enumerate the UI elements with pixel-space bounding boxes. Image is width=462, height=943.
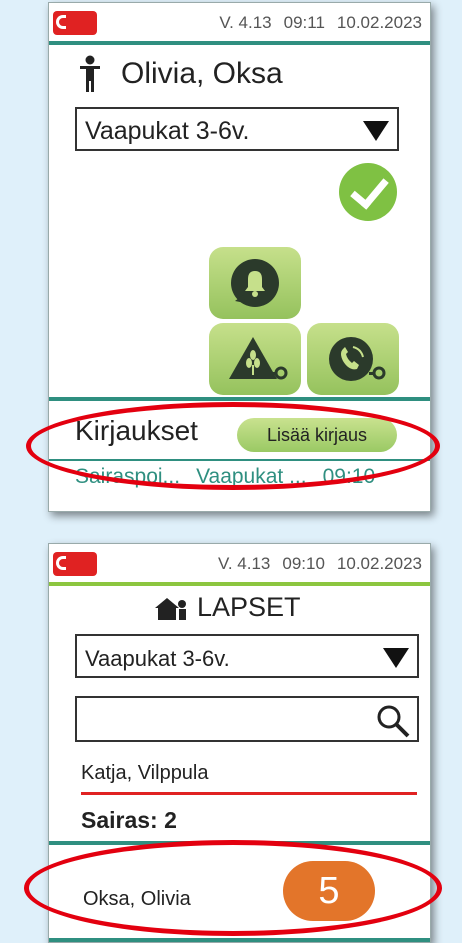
child-list-item[interactable]: Katja, Vilppula (81, 762, 209, 785)
search-input[interactable] (75, 696, 419, 742)
status-date: 10.02.2023 (336, 13, 422, 32)
highlight-ellipse-entries (26, 402, 440, 490)
group-select[interactable]: Vaapukat 3-6v. (75, 634, 419, 678)
emergency-call-button[interactable]: 112 (53, 552, 97, 598)
children-house-icon (155, 598, 186, 620)
sick-group-header: Sairas: 2 (81, 807, 177, 833)
highlight-ellipse-sick-child (24, 840, 442, 936)
group-select-value: Vaapukat 3-6v. (85, 117, 250, 145)
dropdown-arrow-icon (383, 648, 409, 668)
status-bar: 112 V. 4.13 09:10 10.02.2023 (49, 544, 430, 598)
app-version: V. 4.13 (219, 13, 272, 32)
child-icon (80, 55, 100, 92)
section-divider (49, 397, 430, 401)
bottom-divider (49, 938, 430, 942)
dropdown-arrow-icon (363, 121, 389, 141)
phone-contact-icon (329, 337, 386, 381)
app-version: V. 4.13 (218, 554, 271, 573)
page-title: LAPSET (197, 592, 301, 622)
list-divider (81, 792, 417, 795)
allergy-button[interactable] (209, 323, 301, 395)
emergency-call-button[interactable]: 112 (53, 11, 97, 57)
search-icon (377, 705, 410, 738)
status-info: V. 4.13 09:10 10.02.2023 (206, 554, 422, 574)
header-divider (49, 41, 430, 45)
status-date: 10.02.2023 (336, 554, 422, 573)
group-select-value: Vaapukat 3-6v. (85, 646, 230, 671)
group-select[interactable]: Vaapukat 3-6v. (75, 107, 399, 151)
status-info: V. 4.13 09:11 10.02.2023 (207, 13, 422, 33)
allergy-warning-icon (229, 337, 288, 380)
phone-icon (56, 556, 66, 570)
notification-button[interactable] (209, 247, 301, 319)
header-divider (49, 582, 430, 586)
phone-icon (56, 15, 66, 29)
status-bar: 112 V. 4.13 09:11 10.02.2023 (49, 3, 430, 57)
contact-call-button[interactable] (307, 323, 399, 395)
present-check-icon[interactable] (339, 163, 397, 221)
bell-icon (231, 259, 279, 307)
child-name-title: Olivia, Oksa (121, 57, 283, 90)
status-time: 09:11 (283, 13, 325, 32)
status-time: 09:10 (282, 554, 325, 573)
